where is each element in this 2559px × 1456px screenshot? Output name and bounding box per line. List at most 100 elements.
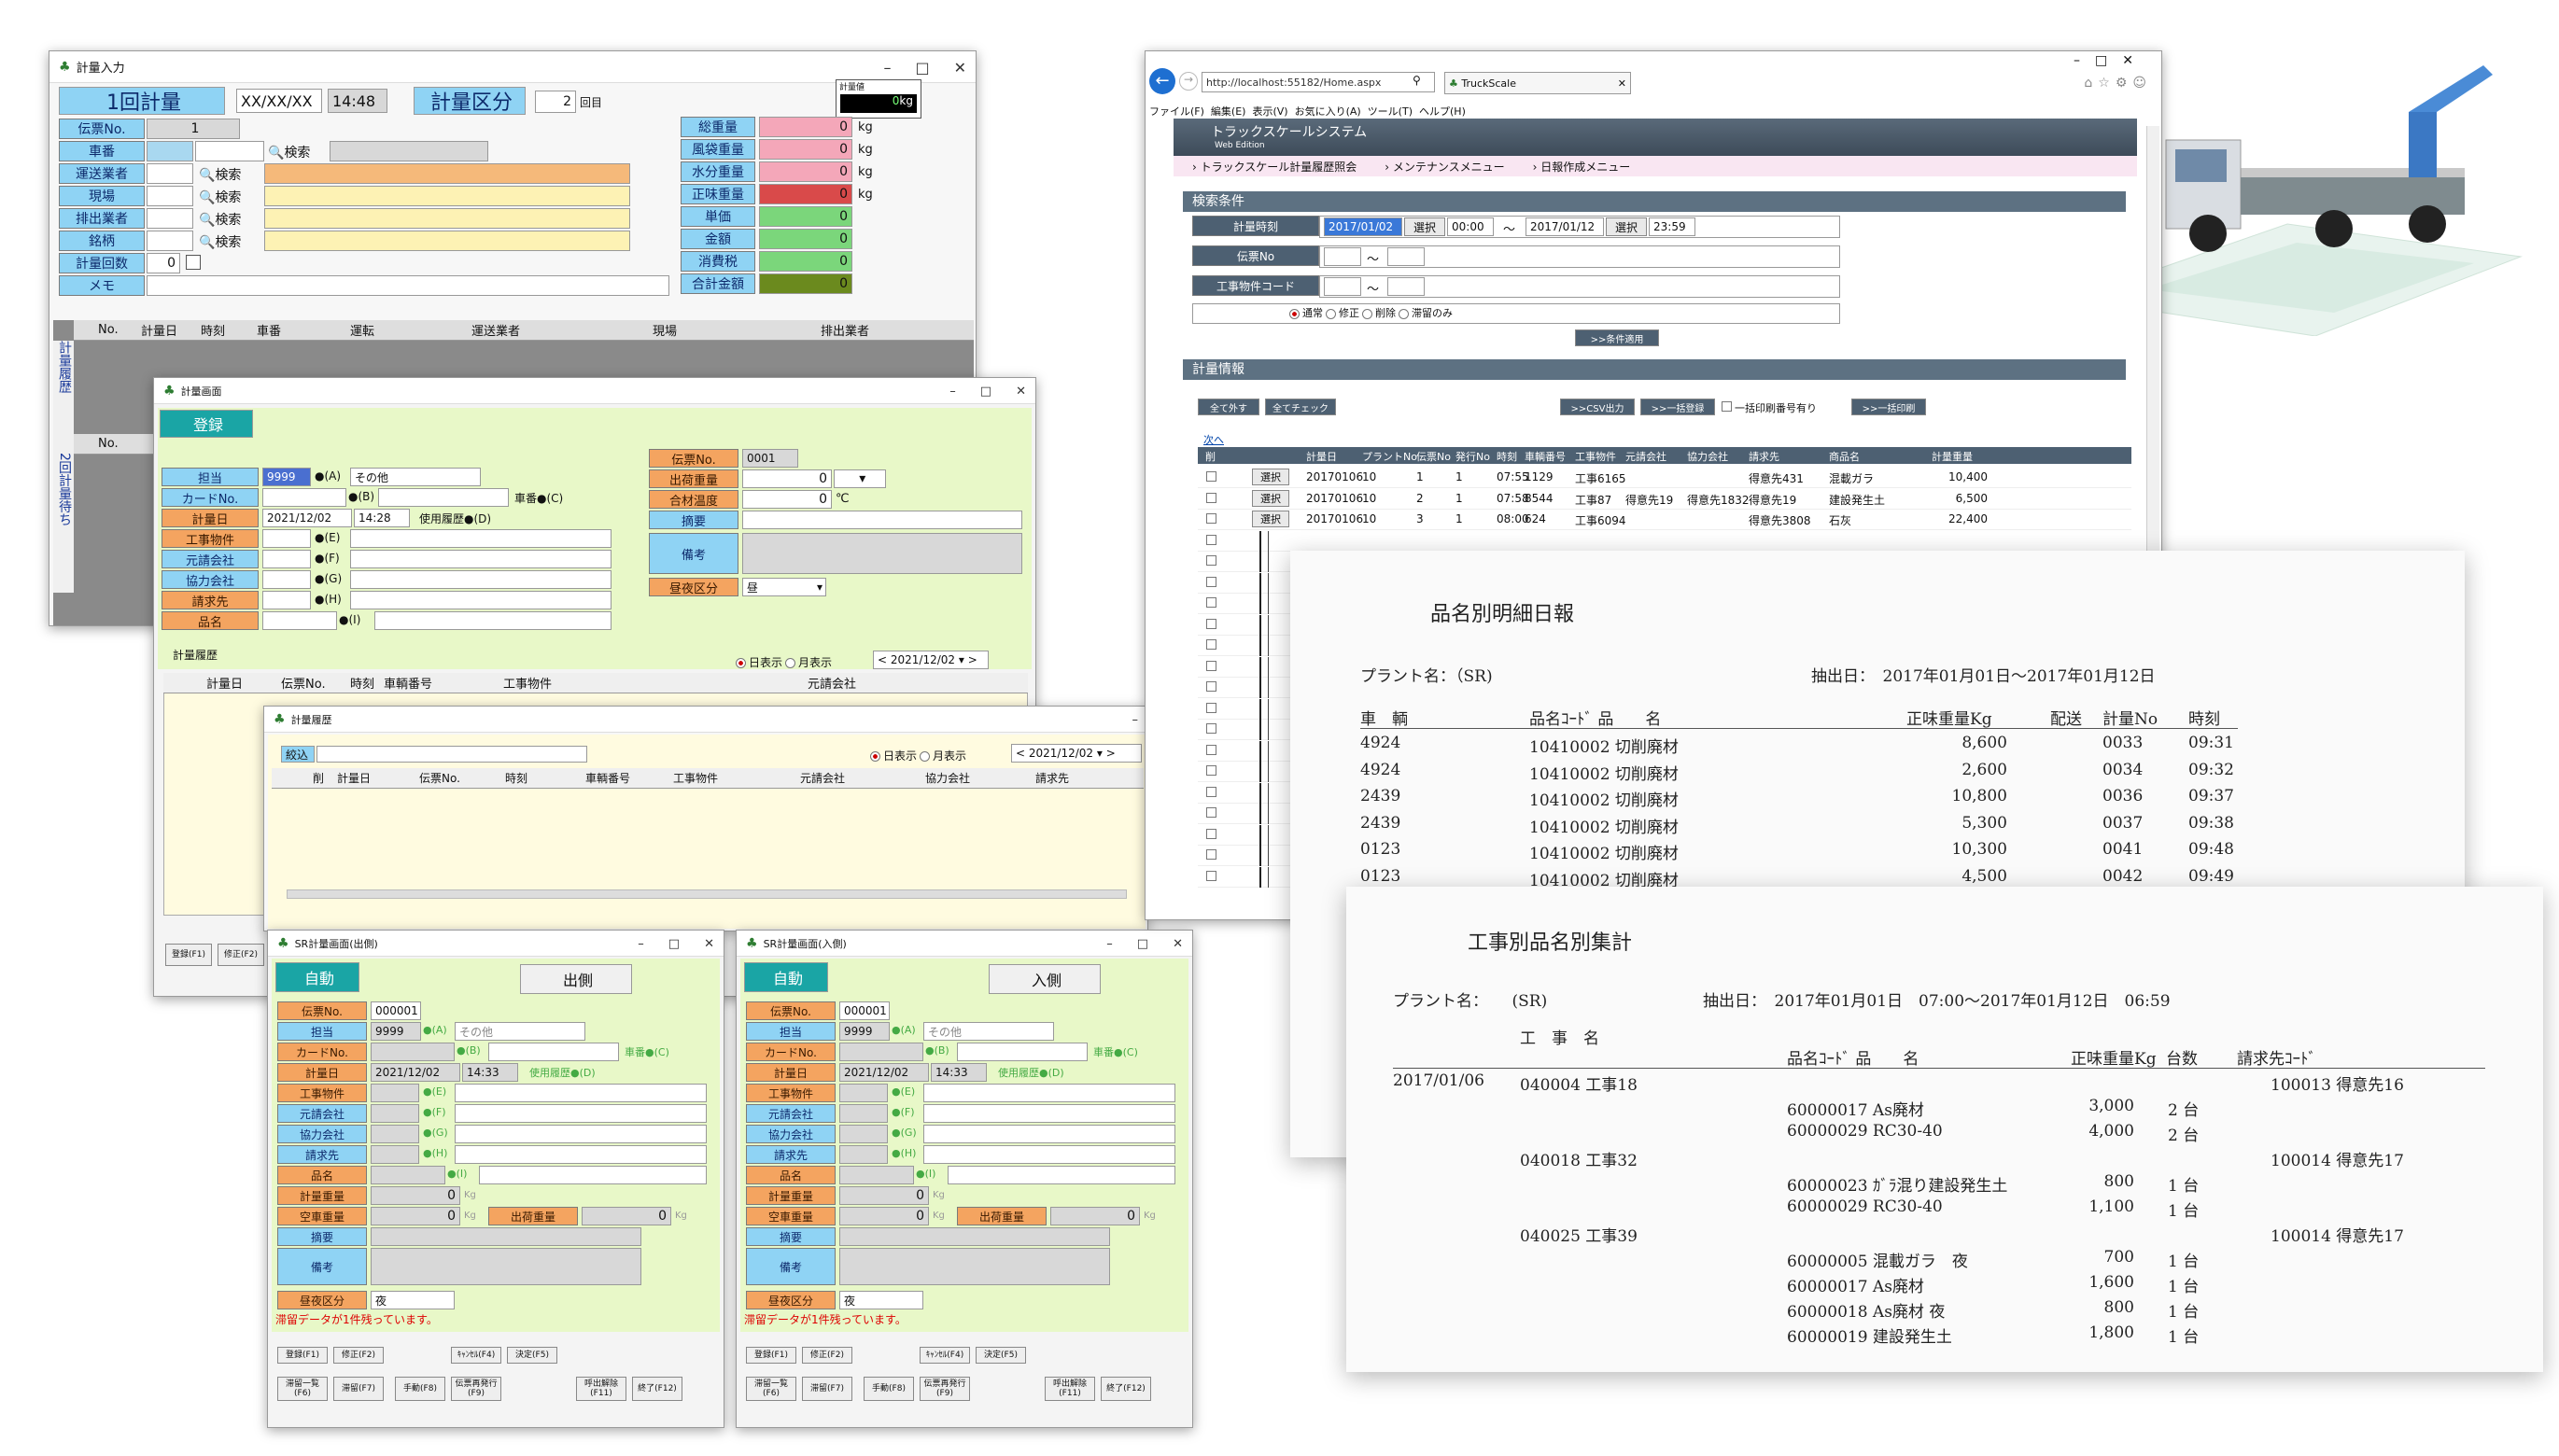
close-icon[interactable]: ✕ <box>1016 385 1026 399</box>
history-key[interactable]: 使用履歴●(D) <box>419 511 491 526</box>
shukka-dropdown[interactable]: ▾ <box>834 469 886 488</box>
auto-mode-button[interactable]: 自動 <box>744 962 828 992</box>
select-button[interactable]: 選択 <box>1252 489 1289 507</box>
seikyu-code[interactable] <box>262 591 311 609</box>
fkey-button[interactable]: ｷｬﾝｾﾙ(F4) <box>451 1347 501 1364</box>
fkey-button[interactable]: 手動(F8) <box>864 1377 914 1401</box>
ondo-value[interactable]: 0 <box>742 490 832 509</box>
tanto-code[interactable]: 9999 <box>839 1022 890 1041</box>
auto-mode-button[interactable]: 自動 <box>275 962 359 992</box>
forward-icon[interactable]: → <box>1179 72 1198 91</box>
row-checkbox[interactable] <box>1206 639 1216 650</box>
hinmei-code[interactable] <box>371 1166 445 1184</box>
fkey-button[interactable]: 呼出解除(F11) <box>1045 1377 1095 1401</box>
date-field[interactable]: 2021/12/02 <box>371 1063 460 1082</box>
hinmei-code[interactable] <box>262 611 337 630</box>
status-radios[interactable]: 通常 修正 削除 滞留のみ <box>1192 303 1840 324</box>
row-checkbox[interactable] <box>1206 492 1216 503</box>
biko-field[interactable] <box>742 533 1022 574</box>
menu-view[interactable]: 表示(V) <box>1252 105 1287 118</box>
select-button[interactable]: 選択 <box>1252 469 1289 485</box>
history-key[interactable]: 使用履歴●(D) <box>529 1065 596 1080</box>
fkey-button[interactable]: 滞留(F7) <box>802 1377 852 1401</box>
time-field[interactable]: 14:33 <box>462 1063 518 1082</box>
row-checkbox[interactable] <box>1206 702 1216 713</box>
row-checkbox[interactable] <box>1206 660 1216 671</box>
date-to[interactable]: 2017/01/12 <box>1526 217 1604 236</box>
sr-code-field[interactable] <box>839 1145 888 1164</box>
fkey-button[interactable]: 決定(F5) <box>507 1347 557 1364</box>
tekiyo-field[interactable] <box>742 511 1022 529</box>
csv-button[interactable]: >>CSV出力 <box>1560 399 1635 415</box>
count-field[interactable]: 0 <box>147 253 180 273</box>
f1-register[interactable]: 登録(F1) <box>165 944 212 966</box>
count-checkbox[interactable] <box>186 255 201 270</box>
denpyo-to[interactable] <box>1387 247 1425 266</box>
haishutsu-code[interactable] <box>147 208 193 229</box>
fkey-button[interactable]: 終了(F12) <box>1101 1377 1151 1401</box>
row-checkbox[interactable] <box>1206 618 1216 629</box>
row-checkbox[interactable] <box>1206 534 1216 545</box>
search-haishutsu[interactable]: 🔍検索 <box>199 210 241 229</box>
row-checkbox[interactable] <box>1206 513 1216 524</box>
time-field[interactable]: 14:33 <box>931 1063 987 1082</box>
search-meigara[interactable]: 🔍検索 <box>199 232 241 251</box>
f2-modify[interactable]: 修正(F2) <box>218 944 264 966</box>
chuya-select[interactable]: 夜 <box>839 1291 923 1309</box>
menu-file[interactable]: ファイル(F) <box>1149 105 1204 118</box>
menu-edit[interactable]: 編集(E) <box>1211 105 1246 118</box>
koji-from[interactable] <box>1324 277 1361 296</box>
fkey-button[interactable]: 伝票再発行(F9) <box>451 1377 501 1401</box>
time-field[interactable]: 14:48 <box>328 89 387 113</box>
tekiyo-field[interactable] <box>839 1227 1110 1246</box>
nav-maintenance[interactable]: › メンテナンスメニュー <box>1385 159 1504 175</box>
fkey-button[interactable]: ｷｬﾝｾﾙ(F4) <box>920 1347 970 1364</box>
bulk-print-button[interactable]: >>一括印刷 <box>1851 399 1926 415</box>
date-field[interactable]: 2021/12/02 <box>262 509 352 527</box>
kubun-value[interactable]: 2 <box>535 91 576 113</box>
fkey-button[interactable]: 決定(F5) <box>976 1347 1026 1364</box>
denpyo-from[interactable] <box>1324 247 1361 266</box>
history-date[interactable]: < 2021/12/02 ▾ > <box>1011 744 1142 763</box>
koji-to[interactable] <box>1387 277 1425 296</box>
sr-code-field[interactable] <box>371 1104 419 1123</box>
row-checkbox[interactable] <box>1206 681 1216 692</box>
shaban-field[interactable] <box>195 141 264 161</box>
menu-help[interactable]: ヘルプ(H) <box>1419 105 1466 118</box>
row-checkbox[interactable] <box>1206 744 1216 755</box>
maximize-icon[interactable]: □ <box>980 385 991 399</box>
minimize-icon[interactable]: – <box>638 937 644 951</box>
browser-tab[interactable]: ♣ TruckScale ✕ <box>1444 72 1631 94</box>
register-tab[interactable]: 登録 <box>160 410 253 438</box>
row-checkbox[interactable] <box>1206 786 1216 797</box>
time-from[interactable]: 00:00 <box>1447 217 1494 236</box>
select-date-to[interactable]: 選択 <box>1606 217 1647 236</box>
memo-field[interactable] <box>147 275 669 296</box>
minimize-icon[interactable]: – <box>1132 713 1139 727</box>
meigara-code[interactable] <box>147 231 193 251</box>
window-controls[interactable]: –□✕ <box>2074 53 2148 68</box>
time-field[interactable]: 14:28 <box>354 509 410 527</box>
row-checkbox[interactable] <box>1206 723 1216 734</box>
fkey-button[interactable]: 呼出解除(F11) <box>576 1377 626 1401</box>
h-scrollbar[interactable] <box>287 889 1127 899</box>
genba-code[interactable] <box>147 186 193 206</box>
unso-code[interactable] <box>147 163 193 184</box>
fkey-button[interactable]: 滞留一覧(F6) <box>746 1377 796 1401</box>
fkey-button[interactable]: 終了(F12) <box>632 1377 682 1401</box>
minimize-icon[interactable]: – <box>949 385 956 399</box>
row-checkbox[interactable] <box>1206 870 1216 881</box>
date-from[interactable]: 2017/01/02 <box>1324 217 1402 236</box>
fkey-button[interactable]: 修正(F2) <box>802 1347 852 1364</box>
fkey-button[interactable]: 滞留一覧(F6) <box>277 1377 328 1401</box>
tanto-code[interactable]: 9999 <box>371 1022 421 1041</box>
side-button[interactable]: 出側 <box>520 964 632 994</box>
row-checkbox[interactable] <box>1206 576 1216 587</box>
card-field[interactable] <box>371 1043 455 1061</box>
sr-code-field[interactable] <box>839 1084 888 1102</box>
filter-input[interactable] <box>316 746 587 763</box>
nav-daily-report[interactable]: › 日報作成メニュー <box>1533 159 1631 175</box>
sr-code-field[interactable] <box>371 1125 419 1143</box>
card-field[interactable] <box>839 1043 923 1061</box>
close-icon[interactable]: ✕ <box>954 59 966 77</box>
